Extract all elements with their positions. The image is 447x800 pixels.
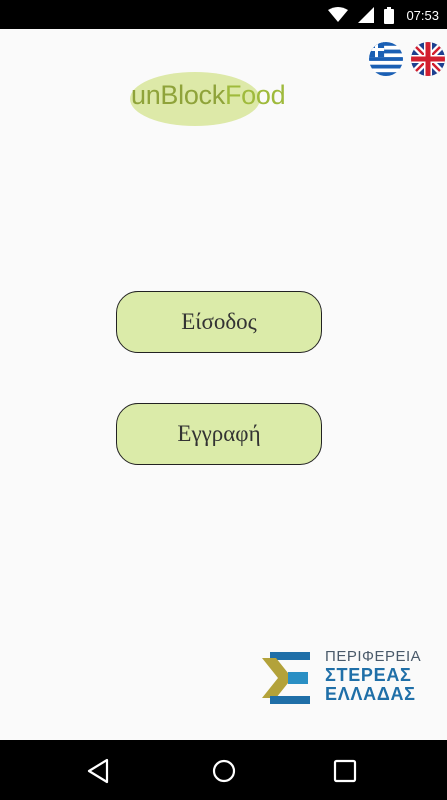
logo-text-food: Food [224, 80, 286, 110]
logo-text: unBlockFood [131, 80, 286, 111]
status-bar: 07:53 [0, 0, 447, 29]
battery-icon [384, 6, 395, 24]
register-button[interactable]: Εγγραφή [116, 403, 322, 465]
uk-flag-icon[interactable] [411, 42, 445, 76]
signal-icon [358, 7, 375, 23]
clock: 07:53 [406, 7, 439, 23]
sigma-logo-icon [262, 652, 310, 704]
greece-flag-icon[interactable] [369, 42, 403, 76]
region-text-line2: ΣΤΕΡΕΑΣ [325, 665, 412, 685]
region-logo: ΠΕΡΙΦΕΡΕΙΑ ΣΤΕΡΕΑΣ ΕΛΛΑΔΑΣ [262, 648, 422, 706]
navigation-bar [0, 740, 447, 800]
logo-text-unblock: unBlock [131, 80, 225, 110]
login-button[interactable]: Είσοδος [116, 291, 322, 353]
wifi-icon [328, 7, 349, 22]
recents-icon[interactable] [331, 757, 359, 785]
region-text-line1: ΠΕΡΙΦΕΡΕΙΑ [325, 648, 422, 665]
home-icon[interactable] [210, 757, 238, 785]
app-logo: unBlockFood [130, 70, 300, 128]
back-icon[interactable] [84, 757, 112, 785]
region-text-line3: ΕΛΛΑΔΑΣ [325, 684, 416, 704]
